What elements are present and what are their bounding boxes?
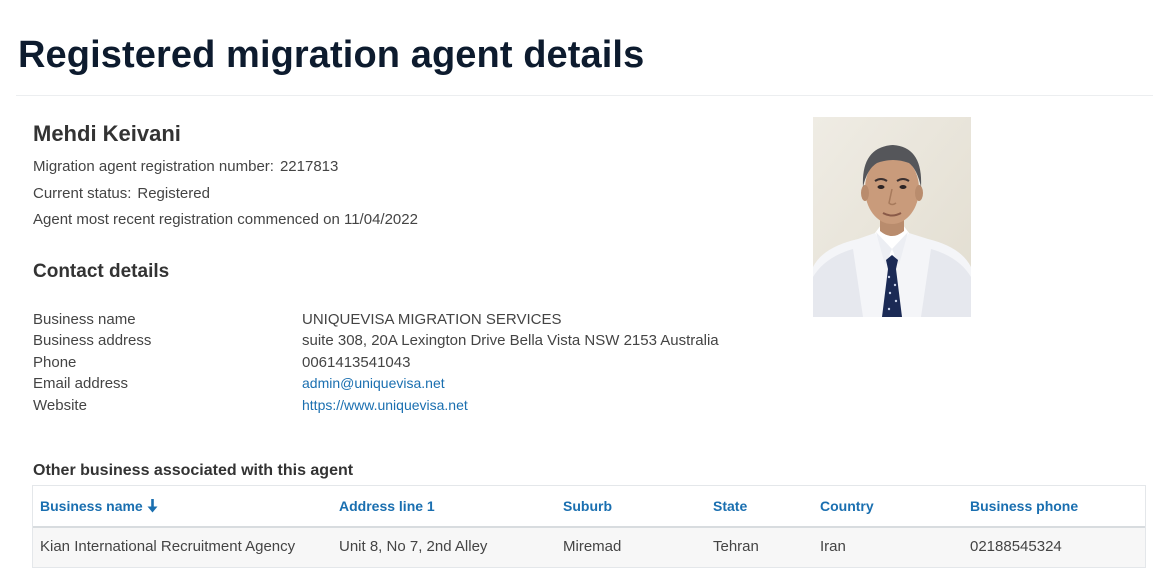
business-address-label: Business address — [33, 332, 152, 349]
registration-commenced-line: Agent most recent registration commenced… — [33, 211, 418, 228]
registration-number-label: Migration agent registration number: — [33, 158, 274, 175]
contact-row-business-name: Business name UNIQUEVISA MIGRATION SERVI… — [33, 311, 753, 332]
contact-row-website: Website https://www.uniquevisa.net — [33, 397, 753, 418]
title-divider — [16, 95, 1153, 96]
cell-state: Tehran — [713, 538, 759, 555]
cell-business-name: Kian International Recruitment Agency — [40, 538, 296, 555]
current-status-label: Current status: — [33, 185, 132, 202]
table-row: Kian International Recruitment Agency Un… — [33, 528, 1145, 567]
cell-country: Iran — [820, 538, 846, 555]
page-title: Registered migration agent details — [18, 34, 645, 76]
table-header-row: Business name Address line 1 Suburb Stat… — [33, 486, 1145, 528]
column-header-suburb[interactable]: Suburb — [563, 498, 612, 514]
cell-address-line-1: Unit 8, No 7, 2nd Alley — [339, 538, 488, 555]
current-status-value: Registered — [137, 185, 210, 202]
website-label: Website — [33, 397, 87, 414]
registration-number-value: 2217813 — [279, 158, 339, 175]
other-business-table: Business name Address line 1 Suburb Stat… — [32, 485, 1146, 568]
phone-value: 0061413541043 — [302, 354, 411, 371]
column-header-state[interactable]: State — [713, 498, 747, 514]
email-label: Email address — [33, 375, 129, 392]
agent-photo — [813, 117, 971, 317]
current-status-line: Current status: Registered — [33, 185, 210, 202]
email-link[interactable]: admin@uniquevisa.net — [302, 375, 445, 391]
contact-row-email: Email address admin@uniquevisa.net — [33, 375, 753, 396]
contact-details-heading: Contact details — [33, 261, 170, 282]
contact-row-phone: Phone 0061413541043 — [33, 354, 753, 375]
agent-name: Mehdi Keivani — [33, 121, 181, 146]
business-name-label: Business name — [33, 311, 136, 328]
business-name-value: UNIQUEVISA MIGRATION SERVICES — [302, 311, 562, 328]
cell-business-phone: 02188545324 — [970, 538, 1062, 555]
column-header-address-line-1[interactable]: Address line 1 — [339, 498, 435, 514]
column-header-label: Business name — [40, 498, 143, 514]
registration-number-line: Migration agent registration number: 2217… — [33, 158, 338, 175]
column-header-country[interactable]: Country — [820, 498, 874, 514]
other-business-heading: Other business associated with this agen… — [33, 462, 354, 479]
contact-row-business-address: Business address suite 308, 20A Lexingto… — [33, 332, 753, 353]
phone-label: Phone — [33, 354, 77, 371]
business-address-value: suite 308, 20A Lexington Drive Bella Vis… — [302, 332, 719, 349]
website-link[interactable]: https://www.uniquevisa.net — [302, 397, 468, 413]
column-header-business-name[interactable]: Business name — [40, 498, 158, 514]
cell-suburb: Miremad — [563, 538, 622, 555]
arrow-down-icon — [147, 498, 158, 513]
column-header-business-phone[interactable]: Business phone — [970, 498, 1078, 514]
